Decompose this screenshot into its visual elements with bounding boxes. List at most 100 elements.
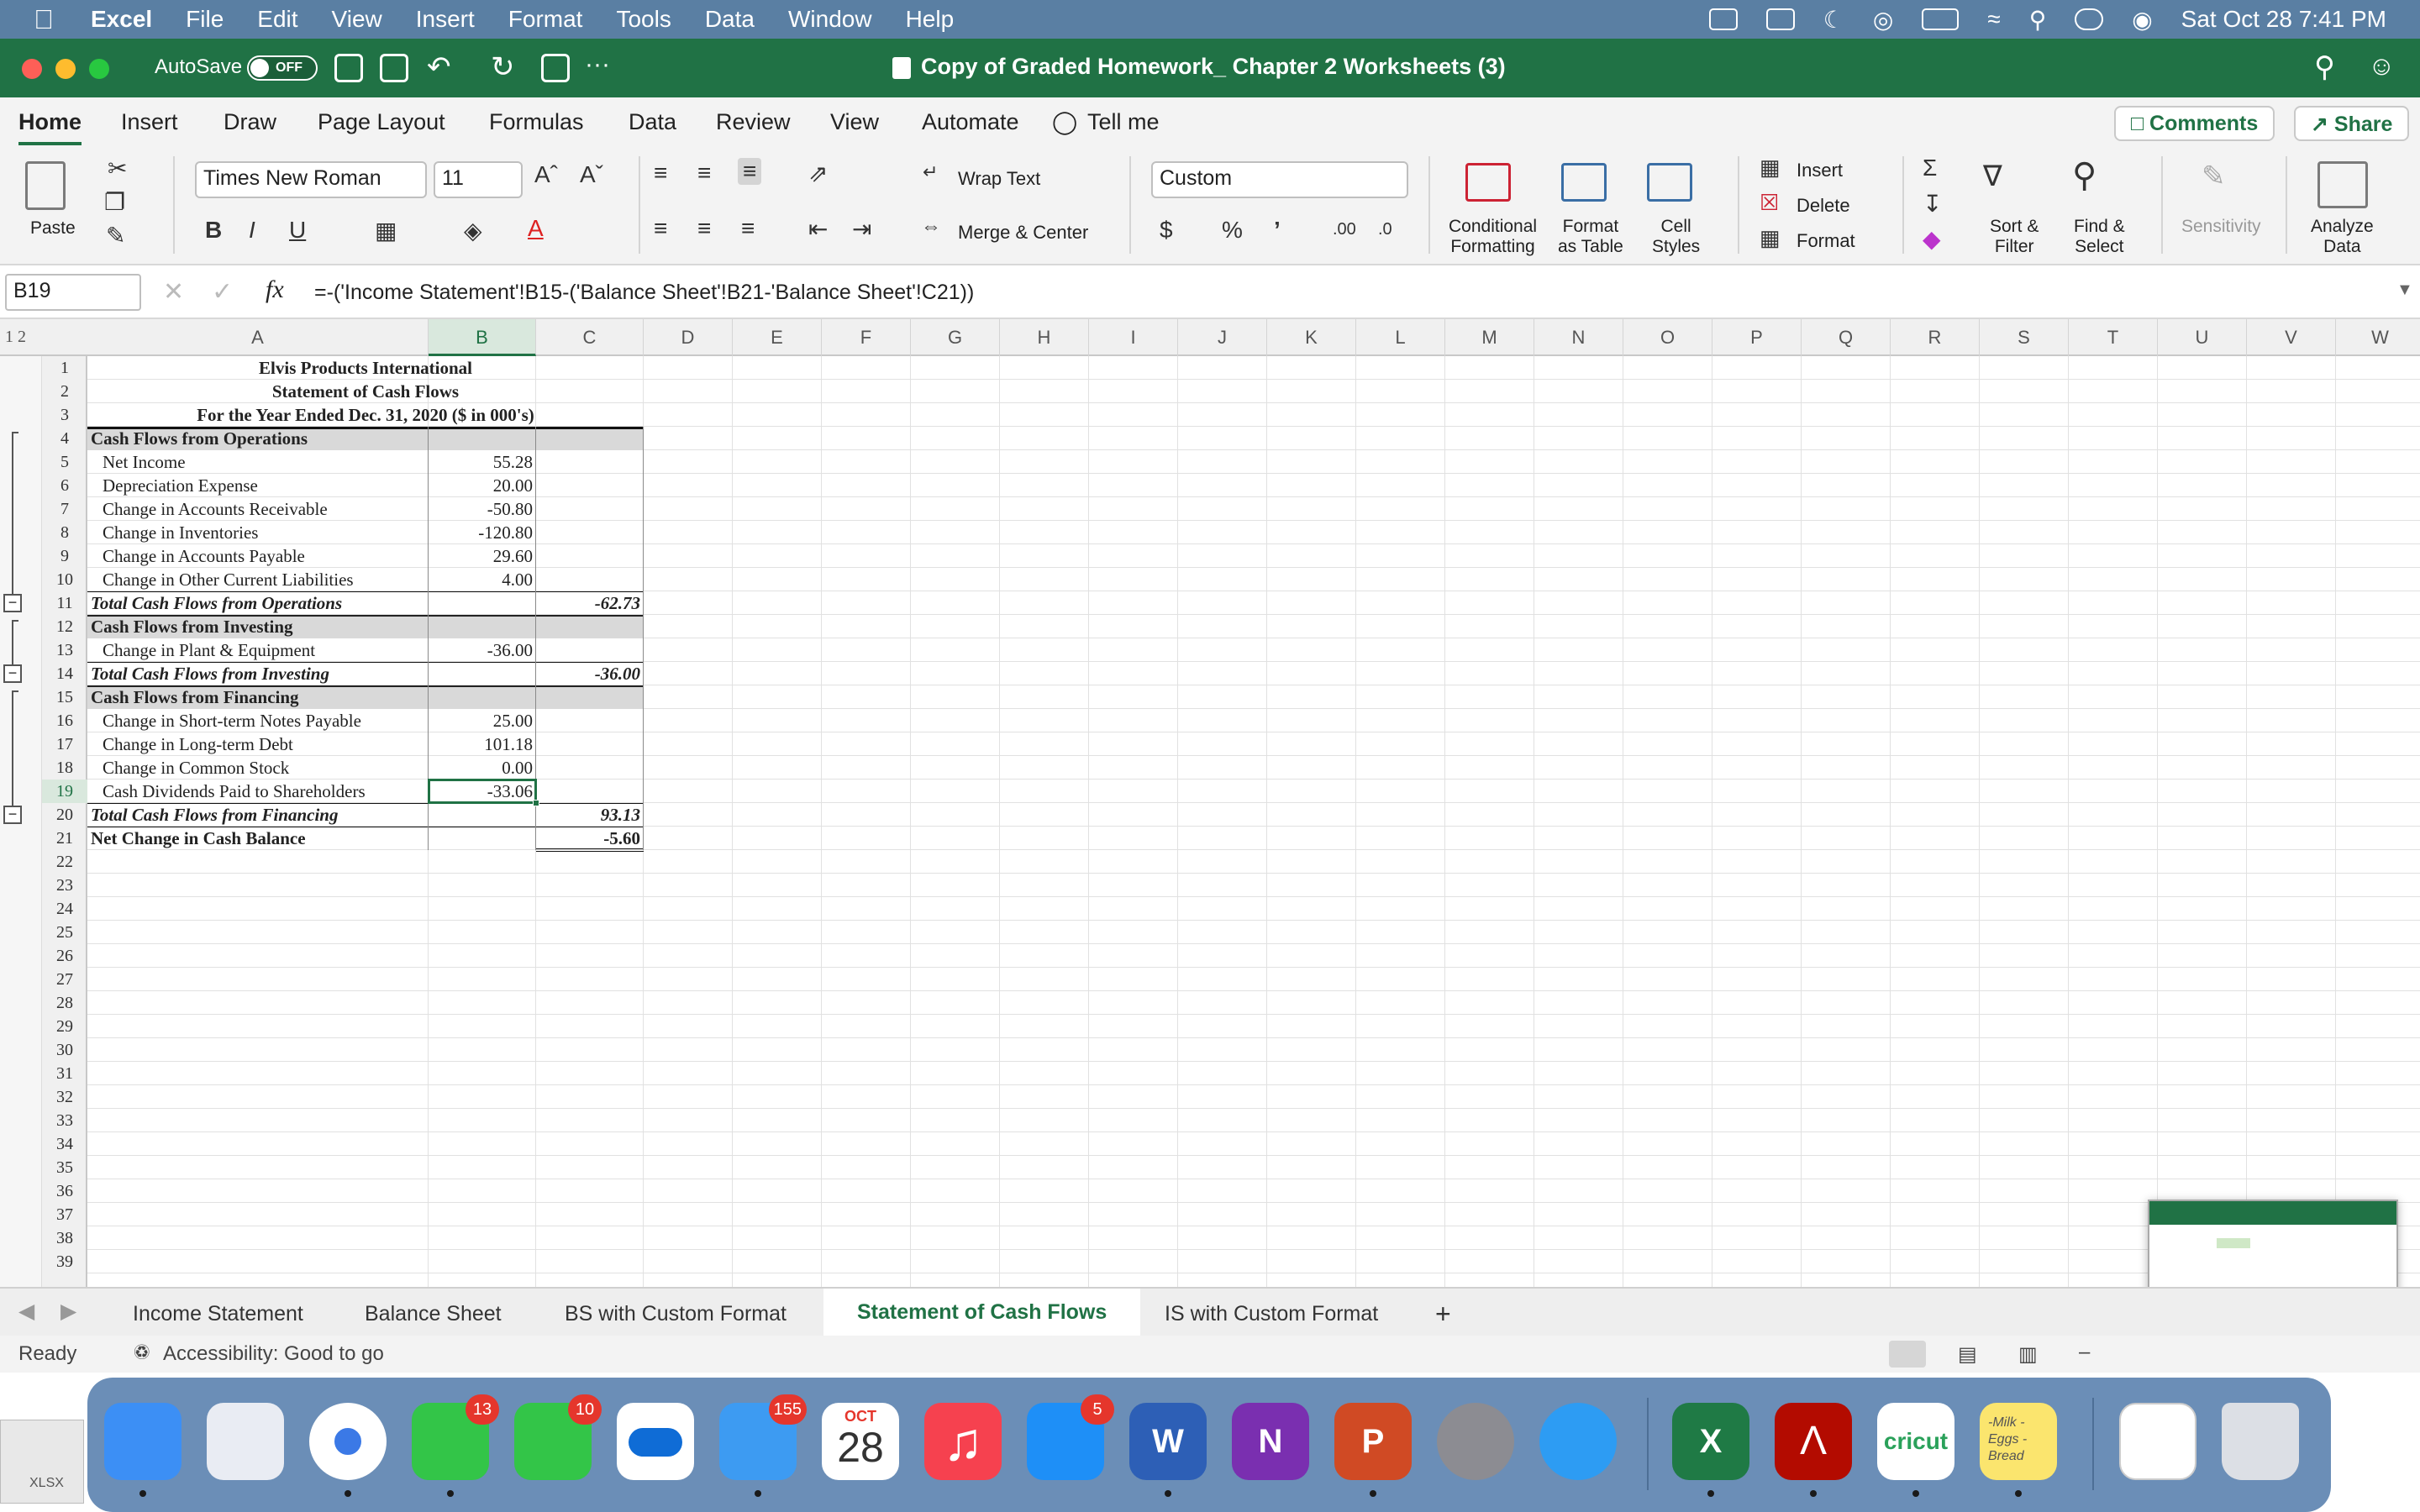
column-header-a[interactable]: A <box>87 319 429 356</box>
column-header-v[interactable]: V <box>2247 319 2336 356</box>
format-as-table-icon[interactable] <box>1561 163 1607 202</box>
onedrive-icon[interactable] <box>617 1403 694 1480</box>
active-cell-selection[interactable] <box>428 779 537 804</box>
sort-filter-button[interactable]: Sort & Filter <box>1990 217 2039 257</box>
close-window-button[interactable] <box>22 59 42 79</box>
wrap-text-icon[interactable]: ↵ <box>923 161 938 183</box>
font-color-icon[interactable]: A <box>528 215 544 242</box>
row-header[interactable]: 19 <box>42 780 87 803</box>
tab-formulas[interactable]: Formulas <box>489 109 584 135</box>
system-settings-icon[interactable] <box>1437 1403 1514 1480</box>
menu-help[interactable]: Help <box>906 6 955 33</box>
next-sheet-icon[interactable]: ▶ <box>60 1299 76 1324</box>
align-right-icon[interactable]: ≡ <box>741 215 755 242</box>
line-item-label[interactable]: Change in Accounts Payable <box>103 544 425 568</box>
sheet-tab-income-statement[interactable]: Income Statement <box>133 1297 303 1331</box>
insert-cells-button[interactable]: Insert <box>1797 160 1843 181</box>
merge-center-button[interactable]: Merge & Center <box>958 222 1088 244</box>
column-header-e[interactable]: E <box>733 319 822 356</box>
insert-cells-icon[interactable]: ▦ <box>1760 155 1781 181</box>
row-header[interactable]: 27 <box>42 968 87 991</box>
total-financing-value[interactable]: 93.13 <box>539 803 640 827</box>
line-item-value[interactable]: 55.28 <box>432 450 533 474</box>
menu-app-name[interactable]: Excel <box>91 6 152 33</box>
comments-button[interactable]: □ Comments <box>2114 106 2275 141</box>
shrink-font-icon[interactable]: Aˇ <box>580 161 603 188</box>
sort-filter-icon[interactable]: ∇ <box>1983 160 2002 193</box>
powerpoint-icon[interactable]: P <box>1334 1403 1412 1480</box>
tab-automate[interactable]: Automate <box>922 109 1019 135</box>
tab-page-layout[interactable]: Page Layout <box>318 109 445 135</box>
outline-collapse-button[interactable]: − <box>3 664 22 683</box>
orientation-icon[interactable]: ⇗ <box>808 160 828 187</box>
number-format-select[interactable]: Custom <box>1151 161 1408 198</box>
paste-icon[interactable] <box>25 161 66 210</box>
launchpad-icon[interactable] <box>207 1403 284 1480</box>
clear-icon[interactable]: ◆ <box>1923 225 1941 253</box>
row-header[interactable]: 4 <box>42 427 87 450</box>
total-operations-value[interactable]: -62.73 <box>539 591 640 615</box>
decrease-indent-icon[interactable]: ⇤ <box>808 215 828 243</box>
row-header[interactable]: 33 <box>42 1109 87 1132</box>
column-header-q[interactable]: Q <box>1802 319 1891 356</box>
row-header[interactable]: 14 <box>42 662 87 685</box>
row-header[interactable]: 10 <box>42 568 87 591</box>
column-header-h[interactable]: H <box>1000 319 1089 356</box>
column-header-c[interactable]: C <box>536 319 644 356</box>
column-header-d[interactable]: D <box>644 319 733 356</box>
italic-button[interactable]: I <box>249 217 255 244</box>
column-header-n[interactable]: N <box>1534 319 1623 356</box>
row-header[interactable]: 3 <box>42 403 87 427</box>
undo-icon[interactable]: ↶ <box>427 50 451 84</box>
page-layout-view-icon[interactable]: ▤ <box>1958 1342 1977 1367</box>
redo-icon[interactable]: ↻ <box>491 50 515 84</box>
format-as-table-label[interactable]: Format as Table <box>1558 217 1623 257</box>
spotlight-icon[interactable]: ⚲ <box>2029 6 2047 34</box>
paste-label[interactable]: Paste <box>30 218 76 239</box>
find-select-icon[interactable]: ⚲ <box>2072 156 2096 195</box>
excel-icon[interactable]: X <box>1672 1403 1749 1480</box>
line-item-label[interactable]: Net Income <box>103 450 425 474</box>
window-preview-thumbnail[interactable] <box>2148 1200 2398 1287</box>
fill-handle[interactable] <box>533 800 539 806</box>
column-header-p[interactable]: P <box>1712 319 1802 356</box>
copy-icon[interactable]: ❐ <box>104 188 125 216</box>
row-header[interactable]: 16 <box>42 709 87 732</box>
line-item-label[interactable]: Change in Long-term Debt <box>103 732 425 756</box>
analyze-data-icon[interactable] <box>2317 161 2368 208</box>
merge-icon[interactable]: ⇔ <box>921 215 941 239</box>
statement-title-company[interactable]: Elvis Products International <box>91 356 640 380</box>
conditional-formatting-label[interactable]: Conditional Formatting <box>1449 217 1537 257</box>
font-size-select[interactable]: 11 <box>434 161 523 198</box>
percent-button[interactable]: % <box>1222 217 1243 244</box>
section-header-financing[interactable]: Cash Flows from Financing <box>91 685 425 709</box>
add-sheet-button[interactable]: + <box>1435 1297 1451 1331</box>
row-header[interactable]: 1 <box>42 356 87 380</box>
airdrop-icon[interactable]: ◎ <box>1873 6 1893 34</box>
row-header[interactable]: 11 <box>42 591 87 615</box>
comma-style-button[interactable]: ’ <box>1274 217 1281 244</box>
menu-format[interactable]: Format <box>508 6 583 33</box>
align-bottom-icon[interactable]: ≡ <box>738 158 762 185</box>
page-break-view-icon[interactable]: ▥ <box>2018 1342 2038 1367</box>
row-header[interactable]: 6 <box>42 474 87 497</box>
menu-tools[interactable]: Tools <box>616 6 671 33</box>
font-family-select[interactable]: Times New Roman <box>195 161 427 198</box>
accessibility-status[interactable]: Accessibility: Good to go <box>163 1342 384 1366</box>
mail-icon[interactable]: 155 <box>719 1394 807 1480</box>
menu-file[interactable]: File <box>186 6 224 33</box>
fill-color-icon[interactable]: ◈ <box>464 217 482 244</box>
row-header[interactable]: 25 <box>42 921 87 944</box>
line-item-value[interactable]: 101.18 <box>432 732 533 756</box>
statement-title[interactable]: Statement of Cash Flows <box>91 380 640 403</box>
column-header-i[interactable]: I <box>1089 319 1178 356</box>
more-icon[interactable]: ··· <box>585 50 610 79</box>
column-header-m[interactable]: M <box>1445 319 1534 356</box>
edit-icon[interactable] <box>541 54 570 82</box>
total-investing-label[interactable]: Total Cash Flows from Investing <box>91 662 425 685</box>
calendar-icon[interactable]: OCT 28 <box>822 1403 899 1480</box>
row-header[interactable]: 20 <box>42 803 87 827</box>
row-header[interactable]: 23 <box>42 874 87 897</box>
row-header[interactable]: 38 <box>42 1226 87 1250</box>
column-header-t[interactable]: T <box>2069 319 2158 356</box>
